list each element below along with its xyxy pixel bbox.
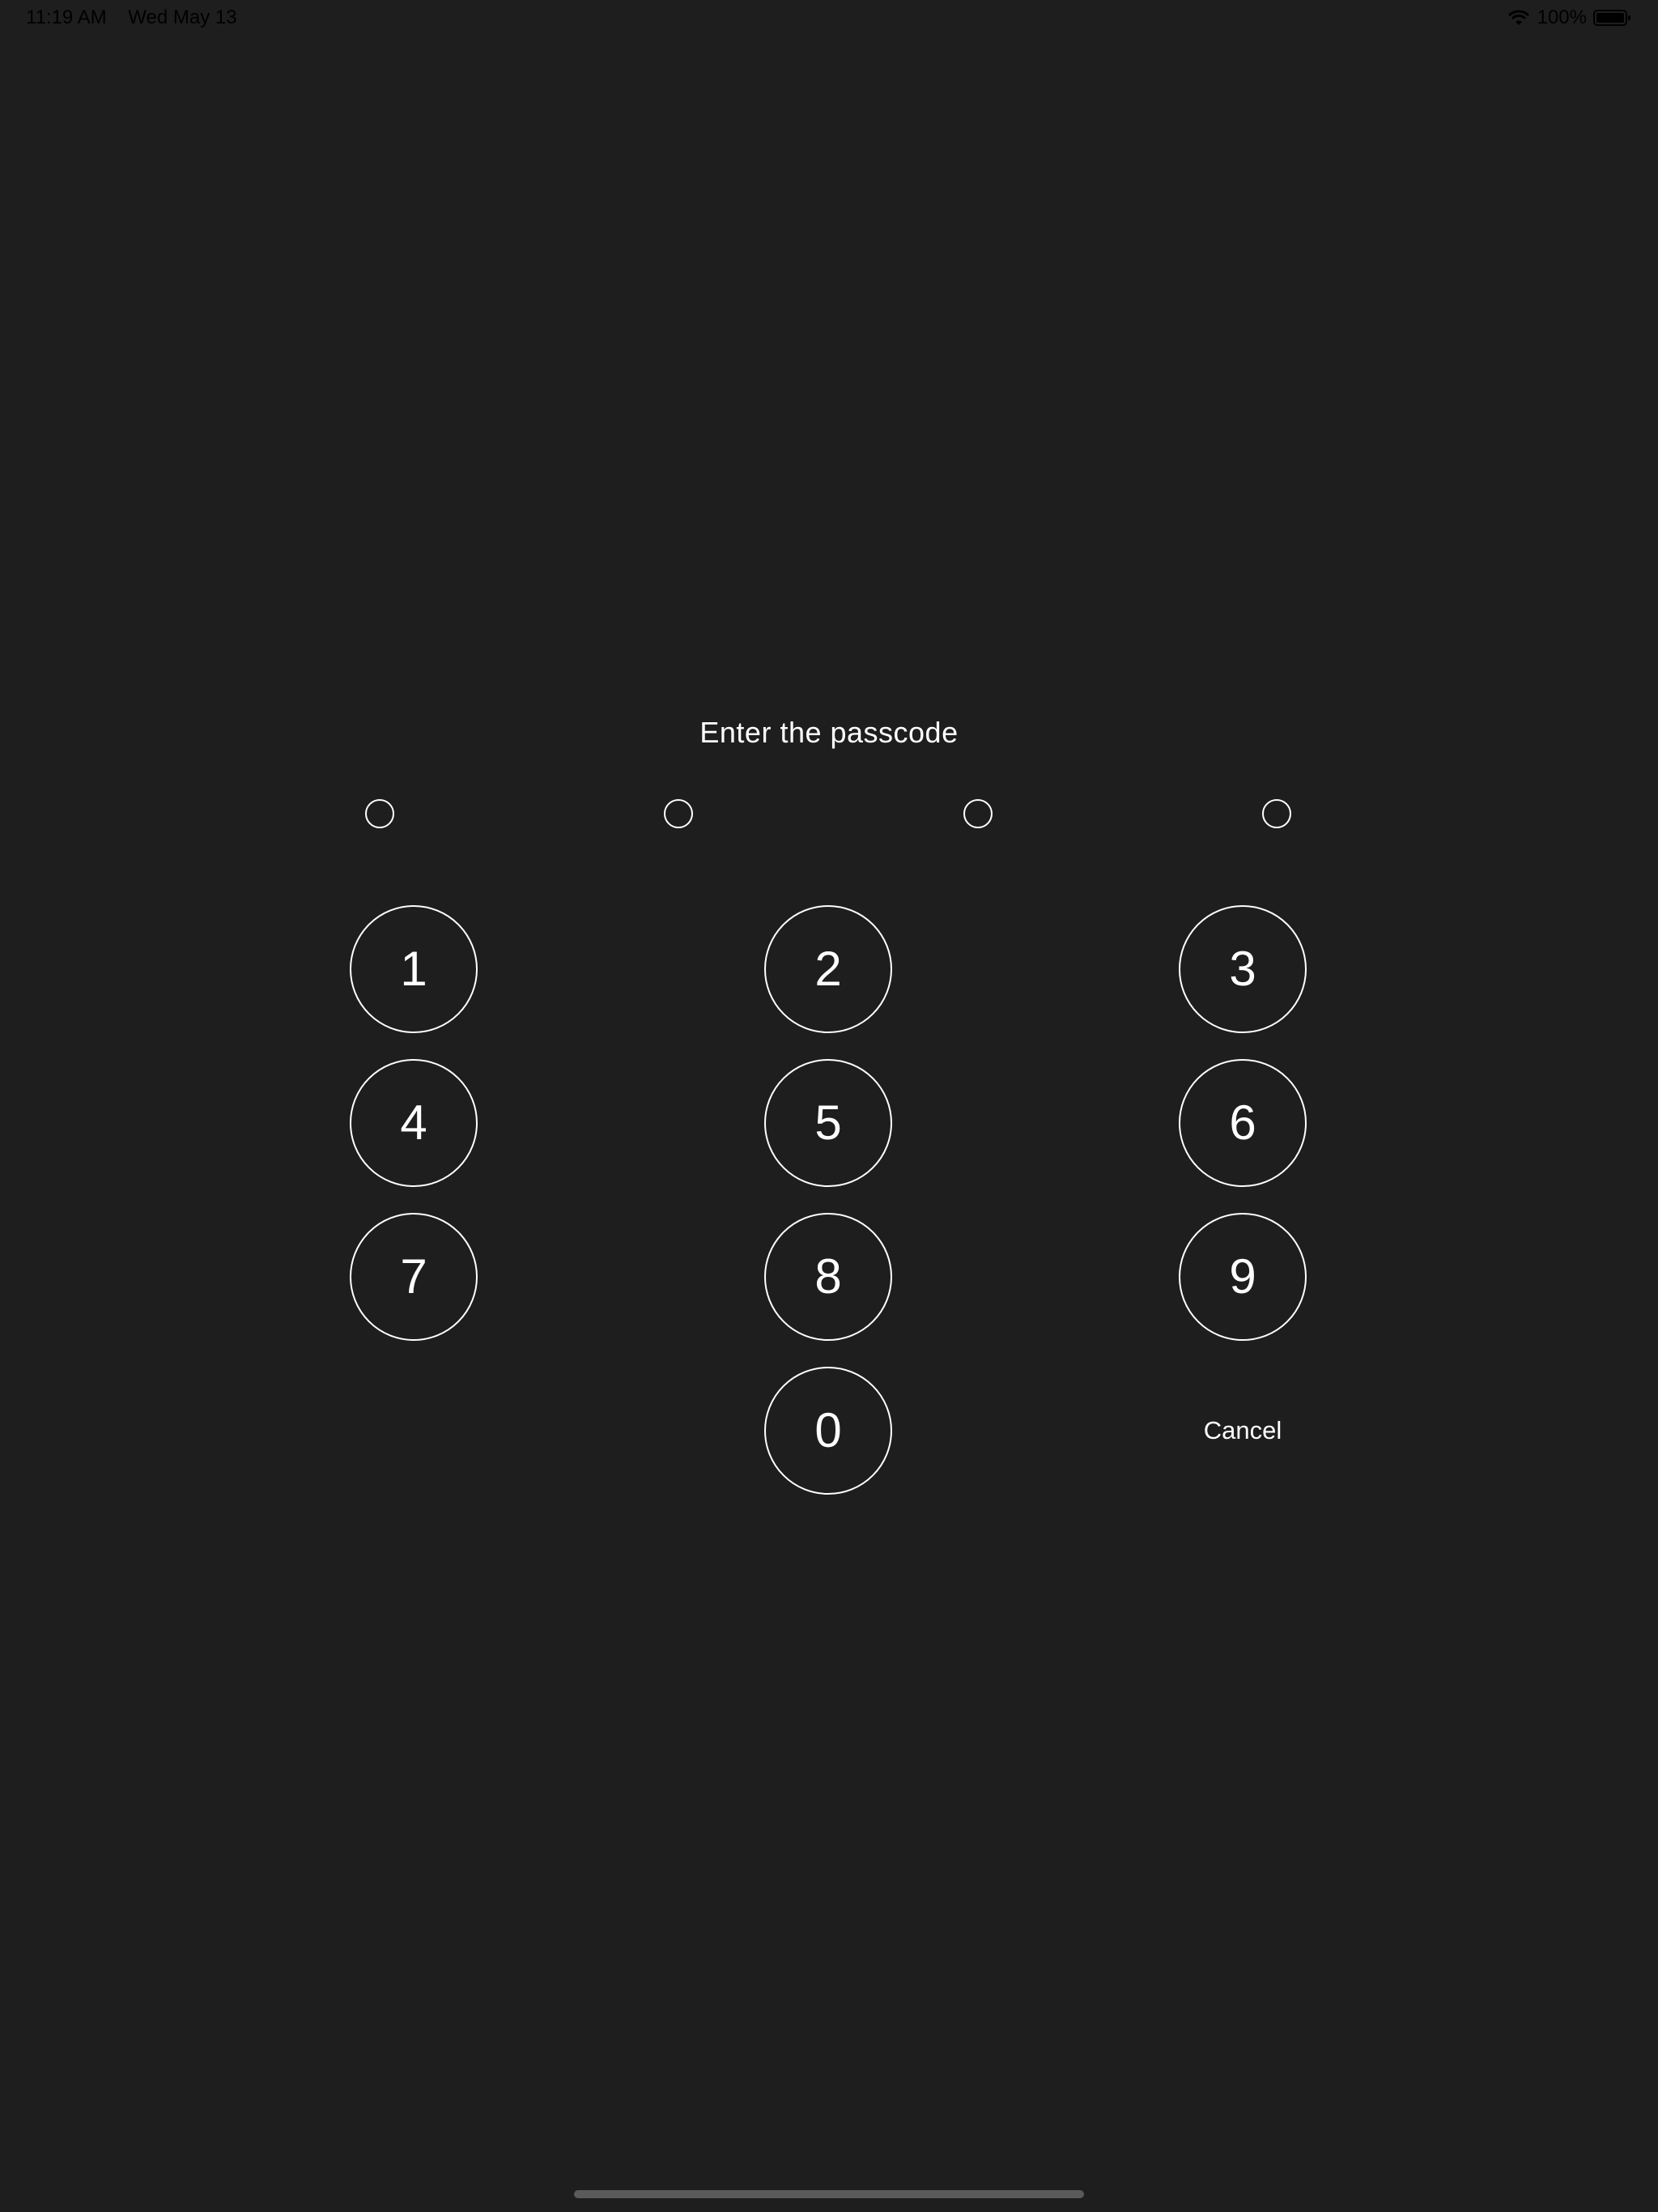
key-2-label: 2 xyxy=(814,942,842,996)
passcode-dot-3 xyxy=(963,799,993,828)
status-date: Wed May 13 xyxy=(128,6,237,28)
key-7-label: 7 xyxy=(400,1249,427,1304)
key-4-label: 4 xyxy=(400,1095,427,1150)
key-6-button[interactable]: 6 xyxy=(1179,1059,1307,1187)
home-indicator[interactable] xyxy=(574,2190,1084,2198)
passcode-screen: 11:19 AM Wed May 13 100% Enter the passc… xyxy=(0,0,1658,2212)
key-9-button[interactable]: 9 xyxy=(1179,1213,1307,1341)
key-6-label: 6 xyxy=(1229,1095,1256,1150)
cancel-button[interactable]: Cancel xyxy=(1179,1367,1307,1495)
status-bar-right: 100% xyxy=(1507,6,1632,29)
battery-percent: 100% xyxy=(1537,6,1587,28)
key-1-button[interactable]: 1 xyxy=(350,905,478,1033)
key-8-button[interactable]: 8 xyxy=(764,1213,892,1341)
wifi-icon xyxy=(1507,10,1529,25)
key-1-label: 1 xyxy=(400,942,427,996)
passcode-dot-2 xyxy=(664,799,693,828)
status-bar-left: 11:19 AM Wed May 13 xyxy=(26,6,237,29)
key-2-button[interactable]: 2 xyxy=(764,905,892,1033)
key-7-button[interactable]: 7 xyxy=(350,1213,478,1341)
status-time: 11:19 AM xyxy=(26,6,107,28)
key-0-label: 0 xyxy=(814,1403,842,1457)
key-9-label: 9 xyxy=(1229,1249,1256,1304)
passcode-dot-1 xyxy=(365,799,394,828)
passcode-title: Enter the passcode xyxy=(699,716,959,749)
battery-icon xyxy=(1593,10,1630,26)
cancel-label: Cancel xyxy=(1203,1416,1282,1444)
key-3-label: 3 xyxy=(1229,942,1256,996)
passcode-dot-4 xyxy=(1262,799,1291,828)
key-5-button[interactable]: 5 xyxy=(764,1059,892,1187)
key-5-label: 5 xyxy=(814,1095,842,1150)
key-3-button[interactable]: 3 xyxy=(1179,905,1307,1033)
key-4-button[interactable]: 4 xyxy=(350,1059,478,1187)
key-8-label: 8 xyxy=(814,1249,842,1304)
key-0-button[interactable]: 0 xyxy=(764,1367,892,1495)
